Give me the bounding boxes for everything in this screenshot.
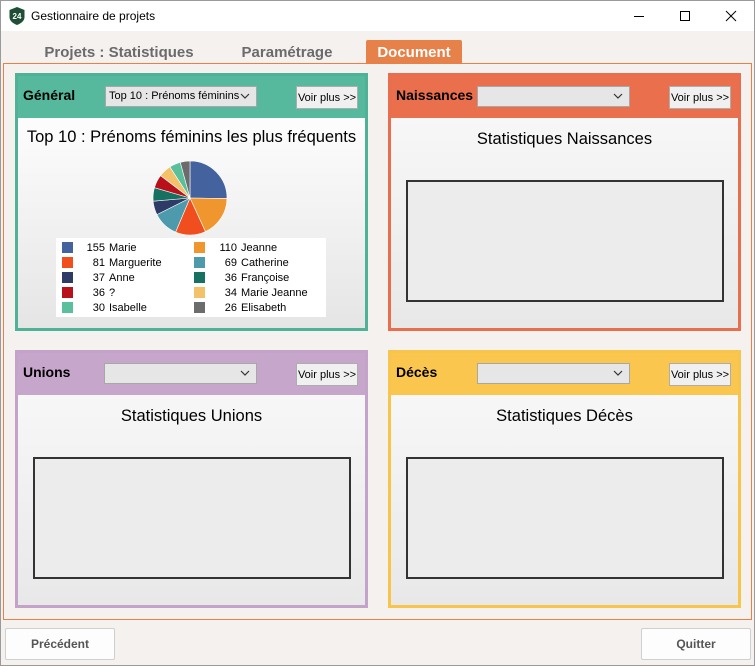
panel-naissances: Naissances Voir plus >> Statistiques Nai… <box>388 73 741 331</box>
legend-swatch <box>194 302 205 313</box>
general-chart-area: Top 10 : Prénoms féminins les plus fréqu… <box>18 118 365 328</box>
legend-item: 36 Françoise <box>194 270 289 285</box>
panel-naissances-header: Naissances Voir plus >> <box>391 76 738 118</box>
pie-slice-0 <box>189 160 228 199</box>
legend-value: 30 <box>92 301 105 314</box>
legend-item: 37 Anne <box>62 270 135 285</box>
legend-item: 81 Marguerite <box>62 255 162 270</box>
legend-swatch <box>62 242 73 253</box>
chart-title: Top 10 : Prénoms féminins les plus fréqu… <box>18 128 365 150</box>
legend-swatch <box>194 272 205 283</box>
legend-item: 69 Catherine <box>194 255 289 270</box>
legend-label: Marie <box>109 241 137 254</box>
general-voir-plus-button[interactable]: Voir plus >> <box>296 86 358 109</box>
legend-item: 34 Marie Jeanne <box>194 285 308 300</box>
deces-stat-select[interactable] <box>477 363 630 384</box>
legend-label: Jeanne <box>241 241 278 254</box>
legend-value: 36 <box>224 271 237 284</box>
legend-label: Anne <box>109 271 135 284</box>
legend-swatch <box>62 272 73 283</box>
app-logo-icon: 24 <box>9 7 25 25</box>
legend-label: Elisabeth <box>241 301 287 314</box>
naissances-stat-title: Statistiques Naissances <box>476 130 653 148</box>
legend-swatch <box>194 242 205 253</box>
pie-chart <box>152 160 228 236</box>
legend-value: 110 <box>219 241 237 254</box>
naissances-chart-area: Statistiques Naissances <box>391 118 738 328</box>
panel-general: Général Top 10 : Prénoms féminins Voir p… <box>15 73 368 331</box>
close-icon <box>725 10 737 21</box>
legend-label: Isabelle <box>109 301 147 314</box>
legend-value: 81 <box>92 256 105 269</box>
unions-voir-plus-button[interactable]: Voir plus >> <box>296 363 358 386</box>
deces-chart-placeholder <box>406 457 724 579</box>
legend-swatch <box>194 257 205 268</box>
minimize-icon <box>634 15 644 17</box>
title-bar: 24 Gestionnaire de projets <box>0 0 755 31</box>
maximize-icon <box>680 10 690 21</box>
legend-value: 26 <box>224 301 237 314</box>
panel-unions-header: Unions Voir plus >> <box>18 353 365 395</box>
unions-stat-title: Statistiques Unions <box>120 407 263 425</box>
legend-value: 155 <box>86 241 105 254</box>
tab-projets-statistiques[interactable]: Projets : Statistiques <box>34 40 204 64</box>
quit-button[interactable]: Quitter <box>641 628 751 660</box>
legend-item: 30 Isabelle <box>62 300 147 315</box>
naissances-voir-plus-button[interactable]: Voir plus >> <box>669 86 731 109</box>
unions-chart-area: Statistiques Unions <box>18 395 365 605</box>
panel-general-header: Général Top 10 : Prénoms féminins Voir p… <box>18 76 365 118</box>
maximize-button[interactable] <box>662 0 708 31</box>
legend-item: 155 Marie <box>62 240 137 255</box>
legend-label: Françoise <box>241 271 290 284</box>
unions-chart-placeholder <box>33 457 351 579</box>
chevron-down-icon <box>613 370 623 376</box>
deces-stat-title: Statistiques Décès <box>496 407 633 425</box>
legend-label: Marguerite <box>109 256 162 269</box>
legend-label: Catherine <box>241 256 289 269</box>
legend-label: Marie Jeanne <box>241 286 308 299</box>
panel-naissances-title: Naissances <box>396 87 474 103</box>
deces-chart-area: Statistiques Décès <box>391 395 738 605</box>
panel-unions-title: Unions <box>23 364 71 380</box>
chevron-down-icon <box>240 93 250 99</box>
legend-swatch <box>62 287 73 298</box>
deces-voir-plus-button[interactable]: Voir plus >> <box>669 363 731 386</box>
chart-legend: 155 Marie 110 Jeanne 81 Marguerite 69 Catherine… <box>56 238 326 317</box>
chart-title-text: Top 10 : Prénoms féminins les plus fréqu… <box>26 128 357 146</box>
svg-text:24: 24 <box>13 12 22 21</box>
legend-value: 37 <box>92 271 105 284</box>
tab-parametrage[interactable]: Paramétrage <box>231 40 343 64</box>
legend-item: 110 Jeanne <box>194 240 277 255</box>
legend-swatch <box>194 287 205 298</box>
naissances-chart-placeholder <box>406 180 724 302</box>
panel-general-title: Général <box>23 87 76 103</box>
unions-stat-select[interactable] <box>104 363 257 384</box>
legend-value: 34 <box>224 286 237 299</box>
legend-swatch <box>62 257 73 268</box>
previous-button[interactable]: Précédent <box>5 628 115 660</box>
panel-deces: Décès Voir plus >> Statistiques Décès <box>388 350 741 608</box>
close-button[interactable] <box>708 0 754 31</box>
naissances-stat-select[interactable] <box>477 86 630 107</box>
general-select-value: Top 10 : Prénoms féminins <box>109 90 240 102</box>
legend-swatch <box>62 302 73 313</box>
legend-label: ? <box>109 286 116 299</box>
legend-value: 69 <box>224 256 237 269</box>
minimize-button[interactable] <box>616 0 662 31</box>
window-title: Gestionnaire de projets <box>31 9 156 23</box>
legend-item: 26 Elisabeth <box>194 300 286 315</box>
chevron-down-icon <box>613 93 623 99</box>
panel-deces-title: Décès <box>396 364 438 380</box>
legend-item: 36? <box>62 285 115 300</box>
panel-unions: Unions Voir plus >> Statistiques Unions <box>15 350 368 608</box>
panel-deces-header: Décès Voir plus >> <box>391 353 738 395</box>
legend-value: 36 <box>92 286 105 299</box>
chevron-down-icon <box>240 370 250 376</box>
general-stat-select[interactable]: Top 10 : Prénoms féminins <box>105 86 257 107</box>
tab-document[interactable]: Document <box>366 40 462 64</box>
